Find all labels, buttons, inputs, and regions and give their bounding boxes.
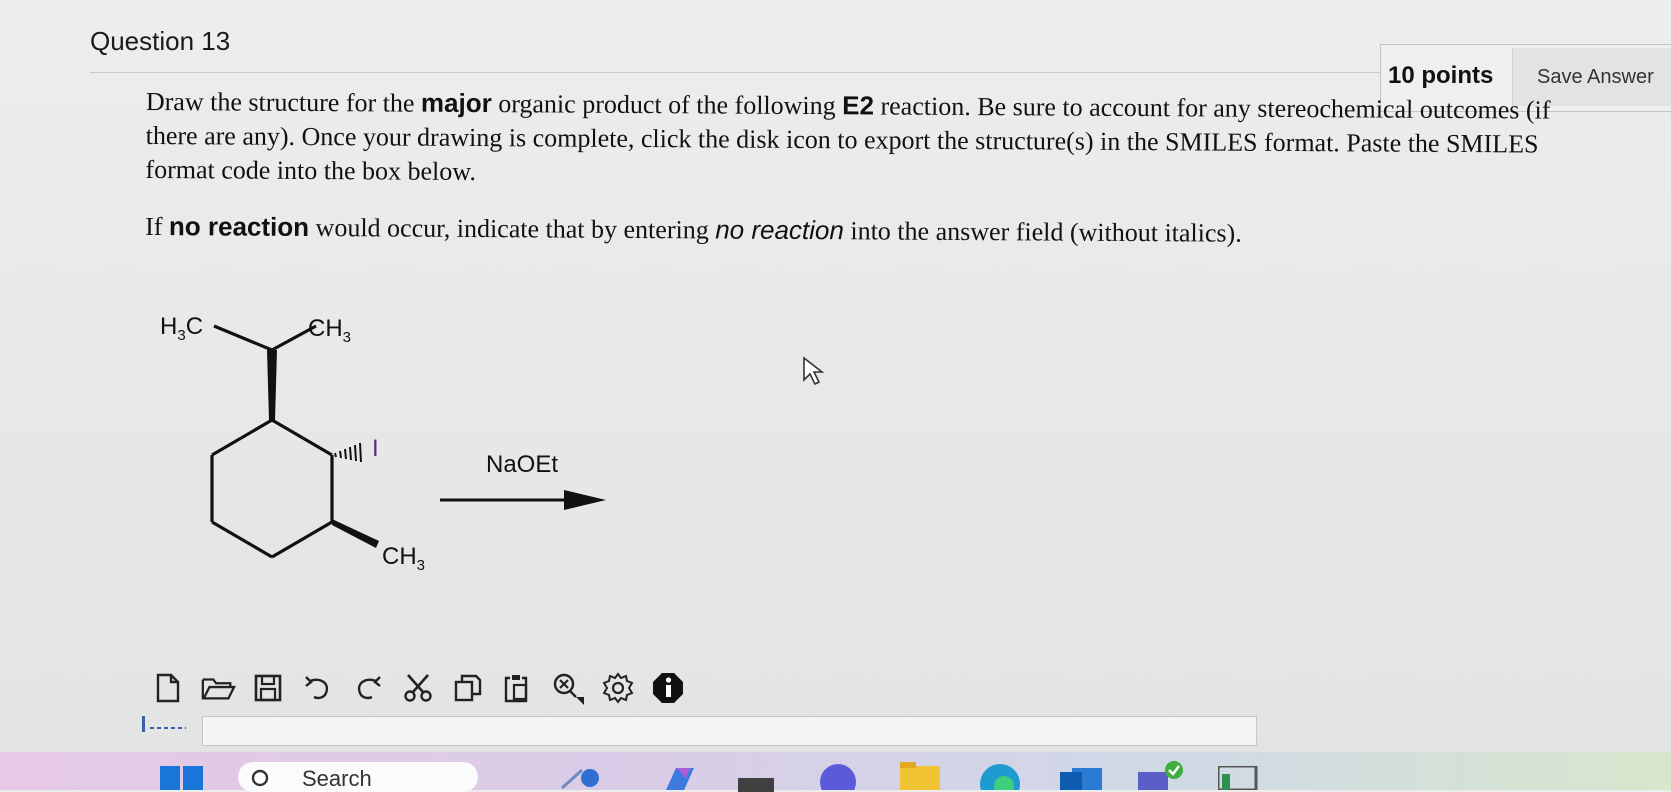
- copy-icon[interactable]: [450, 670, 486, 706]
- copilot-icon[interactable]: [660, 764, 700, 792]
- methyl-label-h3c: H3C: [160, 313, 203, 344]
- prompt-italic-no-reaction: no reaction: [715, 214, 845, 246]
- teams-icon[interactable]: [1138, 760, 1184, 790]
- cut-icon[interactable]: [400, 670, 436, 706]
- reaction-scheme: H3C CH3 I CH3 NaOEt: [160, 313, 606, 574]
- title-divider: [90, 72, 1380, 73]
- prompt-text: into the answer field (without italics).: [843, 216, 1242, 248]
- prompt-emphasis-e2: E2: [842, 90, 875, 121]
- prompt-emphasis-major: major: [420, 87, 492, 119]
- windows-start-icon[interactable]: [160, 766, 204, 790]
- methyl-label-bottom: CH3: [382, 543, 425, 574]
- hash-bond-iodine: [334, 442, 362, 463]
- prompt-text: If: [145, 211, 170, 242]
- taskbar-app-icon[interactable]: [738, 772, 778, 792]
- isopropyl-bond-left: [213, 324, 273, 352]
- wedge-bond-isopropyl: [267, 350, 277, 420]
- taskbar-app-icon[interactable]: [560, 762, 600, 790]
- question-title: Question 13: [90, 26, 231, 56]
- iodine-label: I: [372, 435, 379, 462]
- question-prompt: Draw the structure for the major organic…: [145, 84, 1596, 275]
- os-taskbar: Search: [0, 752, 1671, 792]
- prompt-text: Draw the structure for the: [145, 86, 422, 118]
- taskbar-app-icon[interactable]: [818, 762, 858, 790]
- points-label: 10 points: [1388, 62, 1494, 89]
- info-icon[interactable]: [650, 670, 686, 706]
- open-folder-icon[interactable]: [200, 670, 236, 706]
- editor-toolbar: [150, 668, 686, 708]
- prompt-paragraph-1: Draw the structure for the major organic…: [145, 84, 1596, 196]
- answer-cursor-marker: [142, 716, 186, 732]
- reaction-arrow: [440, 490, 606, 510]
- taskbar-app-icon[interactable]: [1218, 766, 1258, 790]
- search-icon: [251, 769, 269, 787]
- prompt-emphasis-no-reaction: no reaction: [168, 211, 310, 242]
- redo-icon[interactable]: [350, 670, 386, 706]
- edge-browser-icon[interactable]: [980, 762, 1020, 790]
- save-disk-icon[interactable]: [250, 670, 286, 706]
- settings-icon[interactable]: [600, 670, 636, 706]
- paste-icon[interactable]: [500, 670, 536, 706]
- methyl-label-top: CH3: [308, 315, 351, 346]
- prompt-paragraph-2: If no reaction would occur, indicate tha…: [145, 209, 1595, 253]
- reagent-label: NaOEt: [486, 451, 558, 478]
- prompt-text: organic product of the following: [491, 89, 843, 121]
- new-file-icon[interactable]: [150, 670, 186, 706]
- clear-icon[interactable]: [550, 670, 586, 706]
- file-explorer-icon[interactable]: [898, 762, 942, 790]
- prompt-text: would occur, indicate that by entering: [309, 212, 716, 245]
- smiles-answer-input[interactable]: [202, 716, 1257, 746]
- taskbar-search-label: Search: [302, 766, 372, 791]
- wedge-bond-methyl: [332, 519, 379, 548]
- outlook-icon[interactable]: [1060, 762, 1104, 790]
- mouse-cursor-icon: [803, 356, 825, 386]
- undo-icon[interactable]: [300, 670, 336, 706]
